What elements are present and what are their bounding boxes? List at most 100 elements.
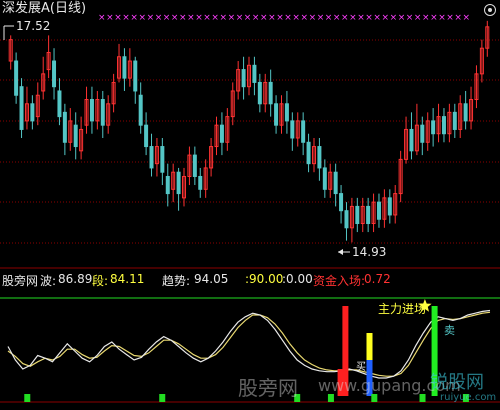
cross-marker: × <box>163 13 171 23</box>
cross-marker: × <box>195 13 203 23</box>
cross-marker: × <box>406 13 414 23</box>
yellow-line <box>7 311 491 377</box>
cross-marker: × <box>333 13 341 23</box>
candlestick-series <box>8 20 490 243</box>
cross-marker: × <box>349 13 357 23</box>
cross-marker: × <box>139 13 147 23</box>
segment-label: 段: <box>92 274 109 288</box>
candle-body <box>441 116 446 135</box>
cross-marker: × <box>268 13 276 23</box>
candle-body <box>219 124 224 143</box>
trend-label: 趋势: <box>162 274 191 288</box>
cross-marker: × <box>398 13 406 23</box>
cross-marker: × <box>187 13 195 23</box>
candle-body <box>463 103 468 122</box>
candle-body <box>333 171 338 195</box>
indicator-legend: 股旁网 波: 86.89 段: 84.11 趋势: 94.05 :90.00 :… <box>0 272 500 288</box>
green-tick <box>327 394 334 402</box>
cross-marker: × <box>122 13 130 23</box>
candle-body <box>366 205 371 225</box>
price-high-label: 17.52 <box>16 19 51 33</box>
candle-body <box>176 171 181 195</box>
watermark-brand: 锐股网 <box>430 372 484 393</box>
candle-body <box>165 175 170 195</box>
candle-body <box>30 103 35 122</box>
cross-marker: × <box>438 13 446 23</box>
cross-markers: × × × × × × × × × × × × × × × × × × × × × × × × × × × × × × × × × × × × × × × ×… <box>98 13 470 23</box>
candle-body <box>122 56 127 79</box>
cross-marker: × <box>463 13 471 23</box>
candle-body <box>144 124 149 148</box>
candle-body <box>339 193 344 212</box>
cross-marker: × <box>252 13 260 23</box>
cross-marker: × <box>276 13 284 23</box>
chart-title: 深发展A(日线) <box>2 1 87 16</box>
cross-marker: × <box>390 13 398 23</box>
candle-body <box>133 60 138 92</box>
cross-marker: × <box>414 13 422 23</box>
candle-body <box>19 86 24 130</box>
cross-marker: × <box>284 13 292 23</box>
cross-marker: × <box>446 13 454 23</box>
candle-body <box>344 210 349 229</box>
cross-marker: × <box>430 13 438 23</box>
wave-value: 86.89 <box>58 272 93 286</box>
cross-marker: × <box>382 13 390 23</box>
fund-value: 0.72 <box>364 272 391 286</box>
cross-marker: × <box>228 13 236 23</box>
candle-body <box>274 103 279 126</box>
settings-circle-icon[interactable] <box>484 4 496 16</box>
cross-marker: × <box>211 13 219 23</box>
candle-body <box>52 60 57 88</box>
annotations: 卖买 <box>3 25 455 373</box>
cross-marker: × <box>317 13 325 23</box>
candle-body <box>62 111 67 143</box>
candle-body <box>268 81 273 105</box>
candle-body <box>376 201 381 220</box>
low-arrow-head <box>338 249 343 255</box>
candle-body <box>409 128 414 152</box>
candle-body <box>322 167 327 190</box>
candle-body <box>73 124 78 148</box>
candle-body <box>192 154 197 177</box>
watermark-brand-url: ruiyue.com <box>440 392 497 403</box>
candle-body <box>306 141 311 165</box>
segment-value: 84.11 <box>110 272 145 286</box>
candle-body <box>57 90 62 118</box>
candle-body <box>301 120 306 143</box>
candle-body <box>452 111 457 130</box>
candle-body <box>387 197 392 216</box>
sell-marker: 卖 <box>444 324 455 337</box>
cross-marker: × <box>325 13 333 23</box>
cross-marker: × <box>130 13 138 23</box>
cross-marker: × <box>422 13 430 23</box>
candle-body <box>149 146 154 169</box>
cross-marker: × <box>309 13 317 23</box>
signal-text: 主力进场 <box>378 302 427 316</box>
trend-value: 94.05 <box>194 272 229 286</box>
candle-body <box>241 69 246 88</box>
cross-marker: × <box>114 13 122 23</box>
cross-marker: × <box>203 13 211 23</box>
candle-body <box>355 205 360 225</box>
cross-marker: × <box>236 13 244 23</box>
candle-body <box>257 81 262 105</box>
cross-marker: × <box>454 13 462 23</box>
candle-body <box>14 60 19 96</box>
green-tick <box>24 394 31 402</box>
candle-body <box>284 103 289 122</box>
candle-body <box>138 94 143 126</box>
green-tick <box>419 394 426 402</box>
yellow-bar <box>366 333 373 360</box>
cross-marker: × <box>244 13 252 23</box>
chart-canvas[interactable]: × × × × × × × × × × × × × × × × × × × × × × × × × × × × × × × × × × × × × × × ×… <box>0 0 500 410</box>
buy-marker: 买 <box>356 361 366 373</box>
candle-body <box>290 120 295 139</box>
cross-marker: × <box>179 13 187 23</box>
candle-body <box>431 120 436 135</box>
candle-body <box>89 99 94 122</box>
candle-body <box>100 99 105 126</box>
candle-body <box>198 175 203 190</box>
candle-body <box>317 146 322 169</box>
cross-marker: × <box>341 13 349 23</box>
